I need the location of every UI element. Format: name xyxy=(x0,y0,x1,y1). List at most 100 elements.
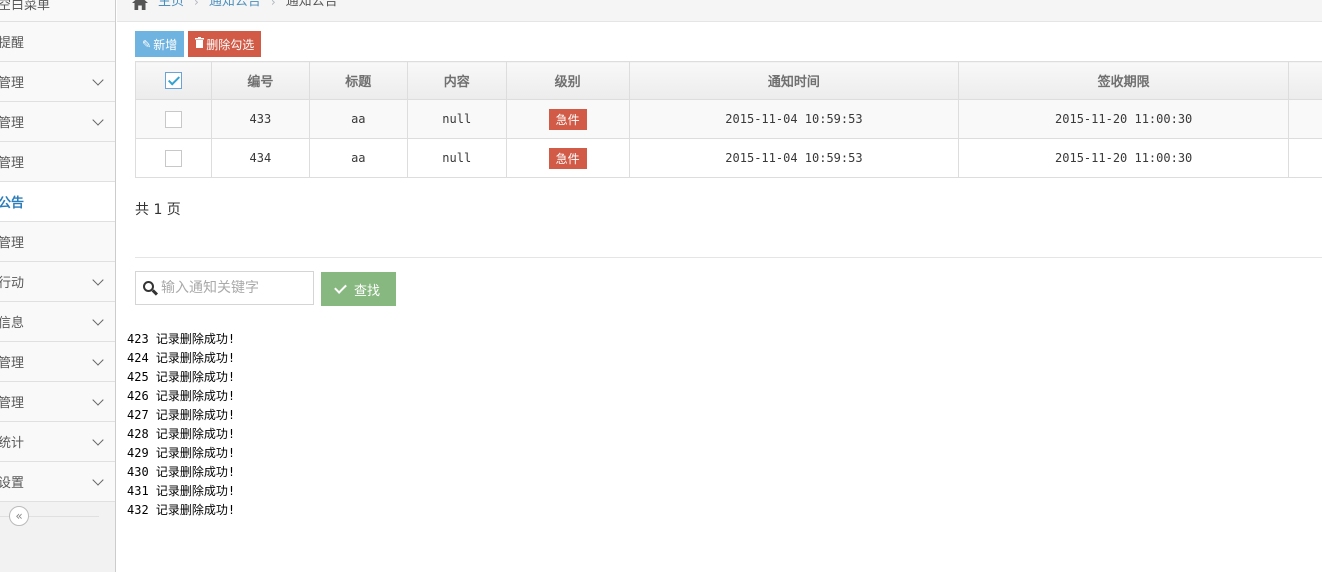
collapse-icon[interactable]: « xyxy=(9,506,29,526)
log-line: 429 记录删除成功! xyxy=(127,446,236,460)
log-line: 428 记录删除成功! xyxy=(127,427,236,441)
cell-content: null xyxy=(406,138,507,178)
cell-content: null xyxy=(406,99,507,139)
row-checkbox[interactable] xyxy=(164,110,182,128)
row-select-cell xyxy=(135,99,212,139)
breadcrumb: 主页 › 通知公告 › 通知公告 xyxy=(117,0,1322,22)
sidebar-item[interactable]: 信息 xyxy=(0,302,115,342)
pagination-text: 共 1 页 xyxy=(135,202,181,218)
log-line: 424 记录删除成功! xyxy=(127,351,236,365)
sidebar-item-label: 管理 xyxy=(0,156,25,171)
sidebar-item[interactable]: 设置 xyxy=(0,462,115,502)
column-header-level[interactable]: 级别 xyxy=(505,61,630,100)
sidebar-item-label: 管理 xyxy=(0,356,25,371)
column-header-content[interactable]: 内容 xyxy=(406,61,507,100)
cell-title: aa xyxy=(308,138,408,178)
sidebar-item[interactable]: 行动 xyxy=(0,262,115,302)
row-checkbox[interactable] xyxy=(164,149,182,167)
sidebar-item[interactable]: 提醒 xyxy=(0,22,115,62)
column-header-title[interactable]: 标题 xyxy=(308,61,408,100)
cell-level: 急件 xyxy=(505,138,630,178)
home-icon[interactable] xyxy=(132,0,148,10)
delete-log: 423 记录删除成功! 424 记录删除成功! 425 记录删除成功! 426 记录删… xyxy=(127,330,235,520)
sidebar-item-label: 行动 xyxy=(0,276,25,291)
search-box xyxy=(135,271,314,305)
cell-deadline: 2015-11-20 11:00:30 xyxy=(958,99,1290,139)
log-line: 426 记录删除成功! xyxy=(127,389,236,403)
sidebar-item[interactable]: 管理 xyxy=(0,62,115,102)
column-header-extra xyxy=(1288,61,1322,100)
toolbar: ✎ 新增 删除勾选 xyxy=(135,31,262,57)
delete-selected-button[interactable]: 删除勾选 xyxy=(188,31,262,57)
table-row[interactable]: 434 aa null 急件 2015-11-04 10:59:53 2015-11-20… xyxy=(135,138,1322,178)
sidebar-item-label: 管理 xyxy=(0,236,25,251)
delete-button-label: 删除勾选 xyxy=(206,37,255,52)
cell-title: aa xyxy=(308,99,408,139)
sidebar-item-label: 公告 xyxy=(0,196,25,211)
chevron-down-icon xyxy=(92,113,104,126)
sidebar-item-label: 信息 xyxy=(0,316,25,331)
cell-level: 急件 xyxy=(505,99,630,139)
sidebar-item[interactable]: 管理 xyxy=(0,142,115,182)
sidebar-item[interactable]: 管理 xyxy=(0,382,115,422)
notice-table: 编号 标题 内容 级别 通知时间 签收期限 433 aa null 急件 2015-11… xyxy=(135,61,1322,178)
chevron-right-icon: › xyxy=(194,0,199,9)
cell-notify-time: 2015-11-04 10:59:53 xyxy=(628,99,960,139)
select-all-checkbox[interactable] xyxy=(164,72,182,89)
search-button[interactable]: 查找 xyxy=(321,272,396,306)
row-select-cell xyxy=(135,138,212,178)
level-badge: 急件 xyxy=(548,108,587,130)
column-header-deadline[interactable]: 签收期限 xyxy=(958,61,1290,100)
cell-notify-time: 2015-11-04 10:59:53 xyxy=(628,138,960,178)
search-button-label: 查找 xyxy=(353,283,380,299)
select-all-cell xyxy=(135,61,212,100)
column-header-notify-time[interactable]: 通知时间 xyxy=(628,61,960,100)
divider xyxy=(135,257,1322,258)
cell-id: 434 xyxy=(210,138,310,178)
sidebar-item-label: 管理 xyxy=(0,116,25,131)
sidebar-item-label: 设置 xyxy=(0,476,25,491)
chevron-down-icon xyxy=(92,433,104,446)
trash-icon xyxy=(195,37,205,51)
cell-id: 433 xyxy=(210,99,310,139)
cell-extra xyxy=(1288,138,1322,178)
log-line: 431 记录删除成功! xyxy=(127,484,236,498)
breadcrumb-current: 通知公告 xyxy=(285,0,338,9)
table-row[interactable]: 433 aa null 急件 2015-11-04 10:59:53 2015-11-20… xyxy=(135,99,1322,139)
cell-extra xyxy=(1288,99,1322,139)
search-icon xyxy=(143,281,159,296)
add-button[interactable]: ✎ 新增 xyxy=(135,31,185,57)
search-input[interactable] xyxy=(161,280,311,296)
sidebar-item[interactable]: 公告 xyxy=(0,182,115,222)
cell-deadline: 2015-11-20 11:00:30 xyxy=(958,138,1290,178)
chevron-down-icon xyxy=(92,393,104,406)
chevron-right-icon: › xyxy=(270,0,276,9)
breadcrumb-home-link[interactable]: 主页 xyxy=(158,0,184,9)
sidebar: 空白菜单 提醒 管理 管理 管理 公告 管理 行动 信息 管理 管理 统计 设置 « xyxy=(0,0,116,572)
chevron-down-icon xyxy=(92,353,104,366)
sidebar-item[interactable]: 管理 xyxy=(0,102,115,142)
sidebar-item-label: 管理 xyxy=(0,76,25,91)
table-header-row: 编号 标题 内容 级别 通知时间 签收期限 xyxy=(135,61,1322,100)
log-line: 430 记录删除成功! xyxy=(127,465,236,479)
breadcrumb-section-link[interactable]: 通知公告 xyxy=(209,0,261,9)
log-line: 425 记录删除成功! xyxy=(127,370,236,384)
sidebar-item-label: 空白菜单 xyxy=(0,0,51,13)
chevron-down-icon xyxy=(92,273,104,286)
check-icon xyxy=(334,280,347,294)
sidebar-item[interactable]: 管理 xyxy=(0,342,115,382)
sidebar-menu: 空白菜单 提醒 管理 管理 管理 公告 管理 行动 信息 管理 管理 统计 设置 xyxy=(0,0,115,502)
sidebar-item[interactable]: 统计 xyxy=(0,422,115,462)
chevron-down-icon xyxy=(92,73,104,86)
sidebar-collapse-bar: « xyxy=(0,502,115,530)
sidebar-item-label: 提醒 xyxy=(0,36,25,51)
log-line: 427 记录删除成功! xyxy=(127,408,236,422)
log-line: 423 记录删除成功! xyxy=(127,332,236,346)
level-badge: 急件 xyxy=(548,147,587,169)
column-header-id[interactable]: 编号 xyxy=(210,61,310,100)
chevron-down-icon xyxy=(92,313,104,326)
sidebar-item[interactable]: 管理 xyxy=(0,222,115,262)
chevron-down-icon xyxy=(92,473,104,486)
log-line: 432 记录删除成功! xyxy=(127,503,236,517)
sidebar-item[interactable]: 空白菜单 xyxy=(0,0,115,22)
